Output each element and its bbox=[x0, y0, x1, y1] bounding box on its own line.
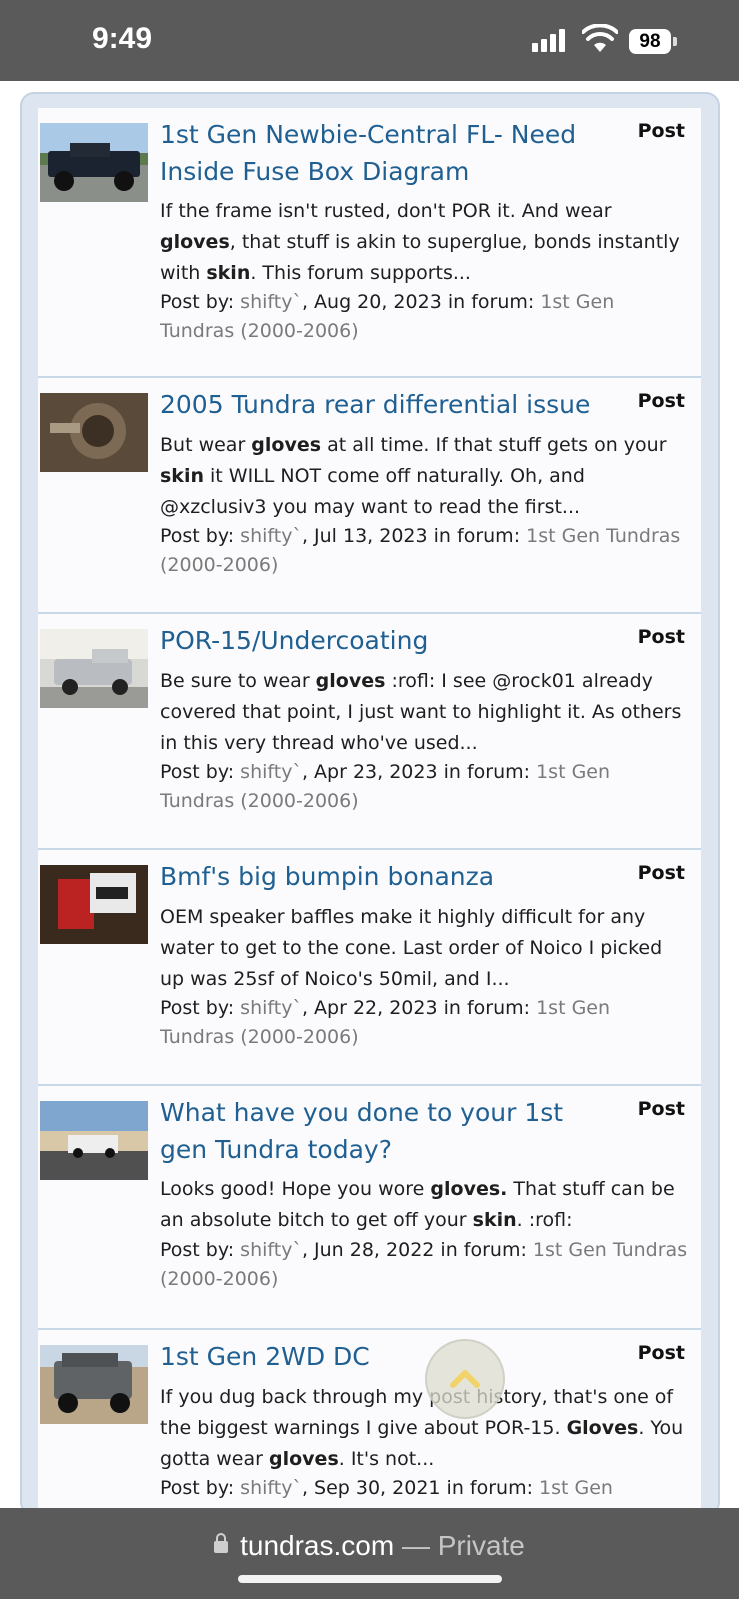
post-title-link[interactable]: Bmf's big bumpin bonanza bbox=[160, 858, 600, 895]
post-snippet: OEM speaker baffles make it highly diffi… bbox=[160, 902, 690, 995]
post-by-label: Post by: bbox=[160, 291, 235, 313]
post-type-label: Post bbox=[637, 390, 685, 412]
battery-icon: 98 bbox=[629, 29, 671, 54]
list-item: 2005 Tundra rear differential issue Post… bbox=[38, 378, 701, 614]
post-date: , Aug 20, 2023 bbox=[301, 291, 442, 313]
highlighted-keyword: skin bbox=[160, 465, 204, 487]
post-thumbnail[interactable] bbox=[40, 629, 148, 708]
post-meta: Post by: shifty`, Jun 28, 2022 in forum:… bbox=[160, 1236, 690, 1294]
snippet-text: Looks good! Hope you wore bbox=[160, 1178, 431, 1200]
status-bar: 9:49 98 bbox=[0, 0, 739, 81]
post-type-label: Post bbox=[637, 1098, 685, 1120]
highlighted-keyword: skin bbox=[206, 262, 251, 284]
in-forum-label: in forum: bbox=[443, 997, 531, 1019]
highlighted-keyword: Gloves bbox=[566, 1417, 639, 1439]
post-thumbnail[interactable] bbox=[40, 865, 148, 944]
post-by-label: Post by: bbox=[160, 761, 235, 783]
snippet-text: OEM speaker baffles make it highly diffi… bbox=[160, 906, 663, 990]
in-forum-label: in forum: bbox=[440, 1239, 527, 1261]
post-type-label: Post bbox=[637, 120, 685, 142]
post-by-label: Post by: bbox=[160, 525, 235, 547]
post-type-label: Post bbox=[637, 626, 685, 648]
in-forum-label: in forum: bbox=[446, 1477, 533, 1499]
post-thumbnail[interactable] bbox=[40, 393, 148, 472]
post-snippet: Looks good! Hope you wore gloves. That s… bbox=[160, 1174, 690, 1236]
post-by-label: Post by: bbox=[160, 997, 235, 1019]
post-date: , Sep 30, 2021 bbox=[301, 1477, 441, 1499]
home-indicator bbox=[238, 1575, 502, 1583]
wifi-icon bbox=[582, 24, 618, 52]
post-by-label: Post by: bbox=[160, 1477, 235, 1499]
highlighted-keyword: gloves bbox=[251, 434, 322, 456]
post-title-link[interactable]: POR-15/Undercoating bbox=[160, 622, 600, 659]
post-thumbnail[interactable] bbox=[40, 1345, 148, 1424]
post-title-link[interactable]: 1st Gen 2WD DC bbox=[160, 1338, 600, 1375]
post-title-link[interactable]: 2005 Tundra rear differential issue bbox=[160, 386, 600, 423]
list-item: POR-15/Undercoating Post Be sure to wear… bbox=[38, 614, 701, 850]
author-link[interactable]: shifty` bbox=[240, 761, 302, 783]
post-date: , Jul 13, 2023 bbox=[301, 525, 428, 547]
list-item: 1st Gen 2WD DC Post If you dug back thro… bbox=[38, 1330, 701, 1508]
scroll-to-top-button[interactable] bbox=[425, 1339, 505, 1419]
private-mode-label: Private bbox=[437, 1530, 525, 1561]
in-forum-label: in forum: bbox=[443, 761, 531, 783]
post-meta: Post by: shifty`, Apr 22, 2023 in forum:… bbox=[160, 994, 690, 1052]
author-link[interactable]: shifty` bbox=[240, 1239, 302, 1261]
snippet-text: . This forum supports... bbox=[250, 262, 471, 284]
post-meta: Post by: shifty`, Jul 13, 2023 in forum:… bbox=[160, 522, 690, 580]
search-results-list: 1st Gen Newbie-Central FL- Need Inside F… bbox=[38, 108, 701, 1508]
post-thumbnail[interactable] bbox=[40, 123, 148, 202]
post-meta: Post by: shifty`, Aug 20, 2023 in forum:… bbox=[160, 288, 690, 346]
url-separator: — bbox=[394, 1530, 438, 1561]
highlighted-keyword: gloves bbox=[269, 1448, 339, 1470]
author-link[interactable]: shifty` bbox=[240, 997, 302, 1019]
highlighted-keyword: gloves bbox=[160, 231, 230, 253]
post-meta: Post by: shifty`, Apr 23, 2023 in forum:… bbox=[160, 758, 690, 816]
post-type-label: Post bbox=[637, 862, 685, 884]
cellular-signal-icon bbox=[532, 28, 565, 52]
post-type-label: Post bbox=[637, 1342, 685, 1364]
snippet-text: . It's not... bbox=[338, 1448, 435, 1470]
snippet-text: If the frame isn't rusted, don't POR it.… bbox=[160, 200, 612, 222]
post-date: , Apr 23, 2023 bbox=[301, 761, 438, 783]
highlighted-keyword: skin bbox=[472, 1209, 517, 1231]
highlighted-keyword: gloves bbox=[315, 670, 386, 692]
list-item: What have you done to your 1st gen Tundr… bbox=[38, 1086, 701, 1330]
post-snippet: If you dug back through my post history,… bbox=[160, 1382, 690, 1475]
list-item: 1st Gen Newbie-Central FL- Need Inside F… bbox=[38, 108, 701, 378]
post-date: , Jun 28, 2022 bbox=[301, 1239, 435, 1261]
snippet-text: . :rofl: bbox=[516, 1209, 573, 1231]
lock-icon bbox=[214, 1533, 229, 1553]
status-time: 9:49 bbox=[92, 22, 153, 55]
post-title-link[interactable]: What have you done to your 1st gen Tundr… bbox=[160, 1094, 600, 1168]
list-item: Bmf's big bumpin bonanza Post OEM speake… bbox=[38, 850, 701, 1086]
in-forum-label: in forum: bbox=[433, 525, 521, 547]
post-snippet: But wear gloves at all time. If that stu… bbox=[160, 430, 690, 523]
post-meta: Post by: shifty`, Sep 30, 2021 in forum:… bbox=[160, 1474, 690, 1508]
post-by-label: Post by: bbox=[160, 1239, 235, 1261]
post-thumbnail[interactable] bbox=[40, 1101, 148, 1180]
post-title-link[interactable]: 1st Gen Newbie-Central FL- Need Inside F… bbox=[160, 116, 600, 190]
highlighted-keyword: gloves. bbox=[430, 1178, 508, 1200]
browser-address-bar[interactable]: tundras.com — Private bbox=[0, 1508, 739, 1599]
post-date: , Apr 22, 2023 bbox=[301, 997, 438, 1019]
post-snippet: If the frame isn't rusted, don't POR it.… bbox=[160, 196, 690, 289]
snippet-text: at all time. If that stuff gets on your bbox=[321, 434, 667, 456]
chevron-up-icon bbox=[450, 1370, 480, 1388]
author-link[interactable]: shifty` bbox=[240, 525, 302, 547]
snippet-text: it WILL NOT come off naturally. Oh, and … bbox=[160, 465, 585, 518]
url-display[interactable]: tundras.com — Private bbox=[0, 1530, 739, 1562]
post-snippet: Be sure to wear gloves :rofl: I see @roc… bbox=[160, 666, 690, 759]
in-forum-label: in forum: bbox=[447, 291, 535, 313]
author-link[interactable]: shifty` bbox=[240, 291, 302, 313]
battery-nub bbox=[673, 37, 677, 46]
author-link[interactable]: shifty` bbox=[240, 1477, 302, 1499]
url-domain: tundras.com bbox=[240, 1530, 395, 1561]
snippet-text: But wear bbox=[160, 434, 252, 456]
snippet-text: Be sure to wear bbox=[160, 670, 316, 692]
